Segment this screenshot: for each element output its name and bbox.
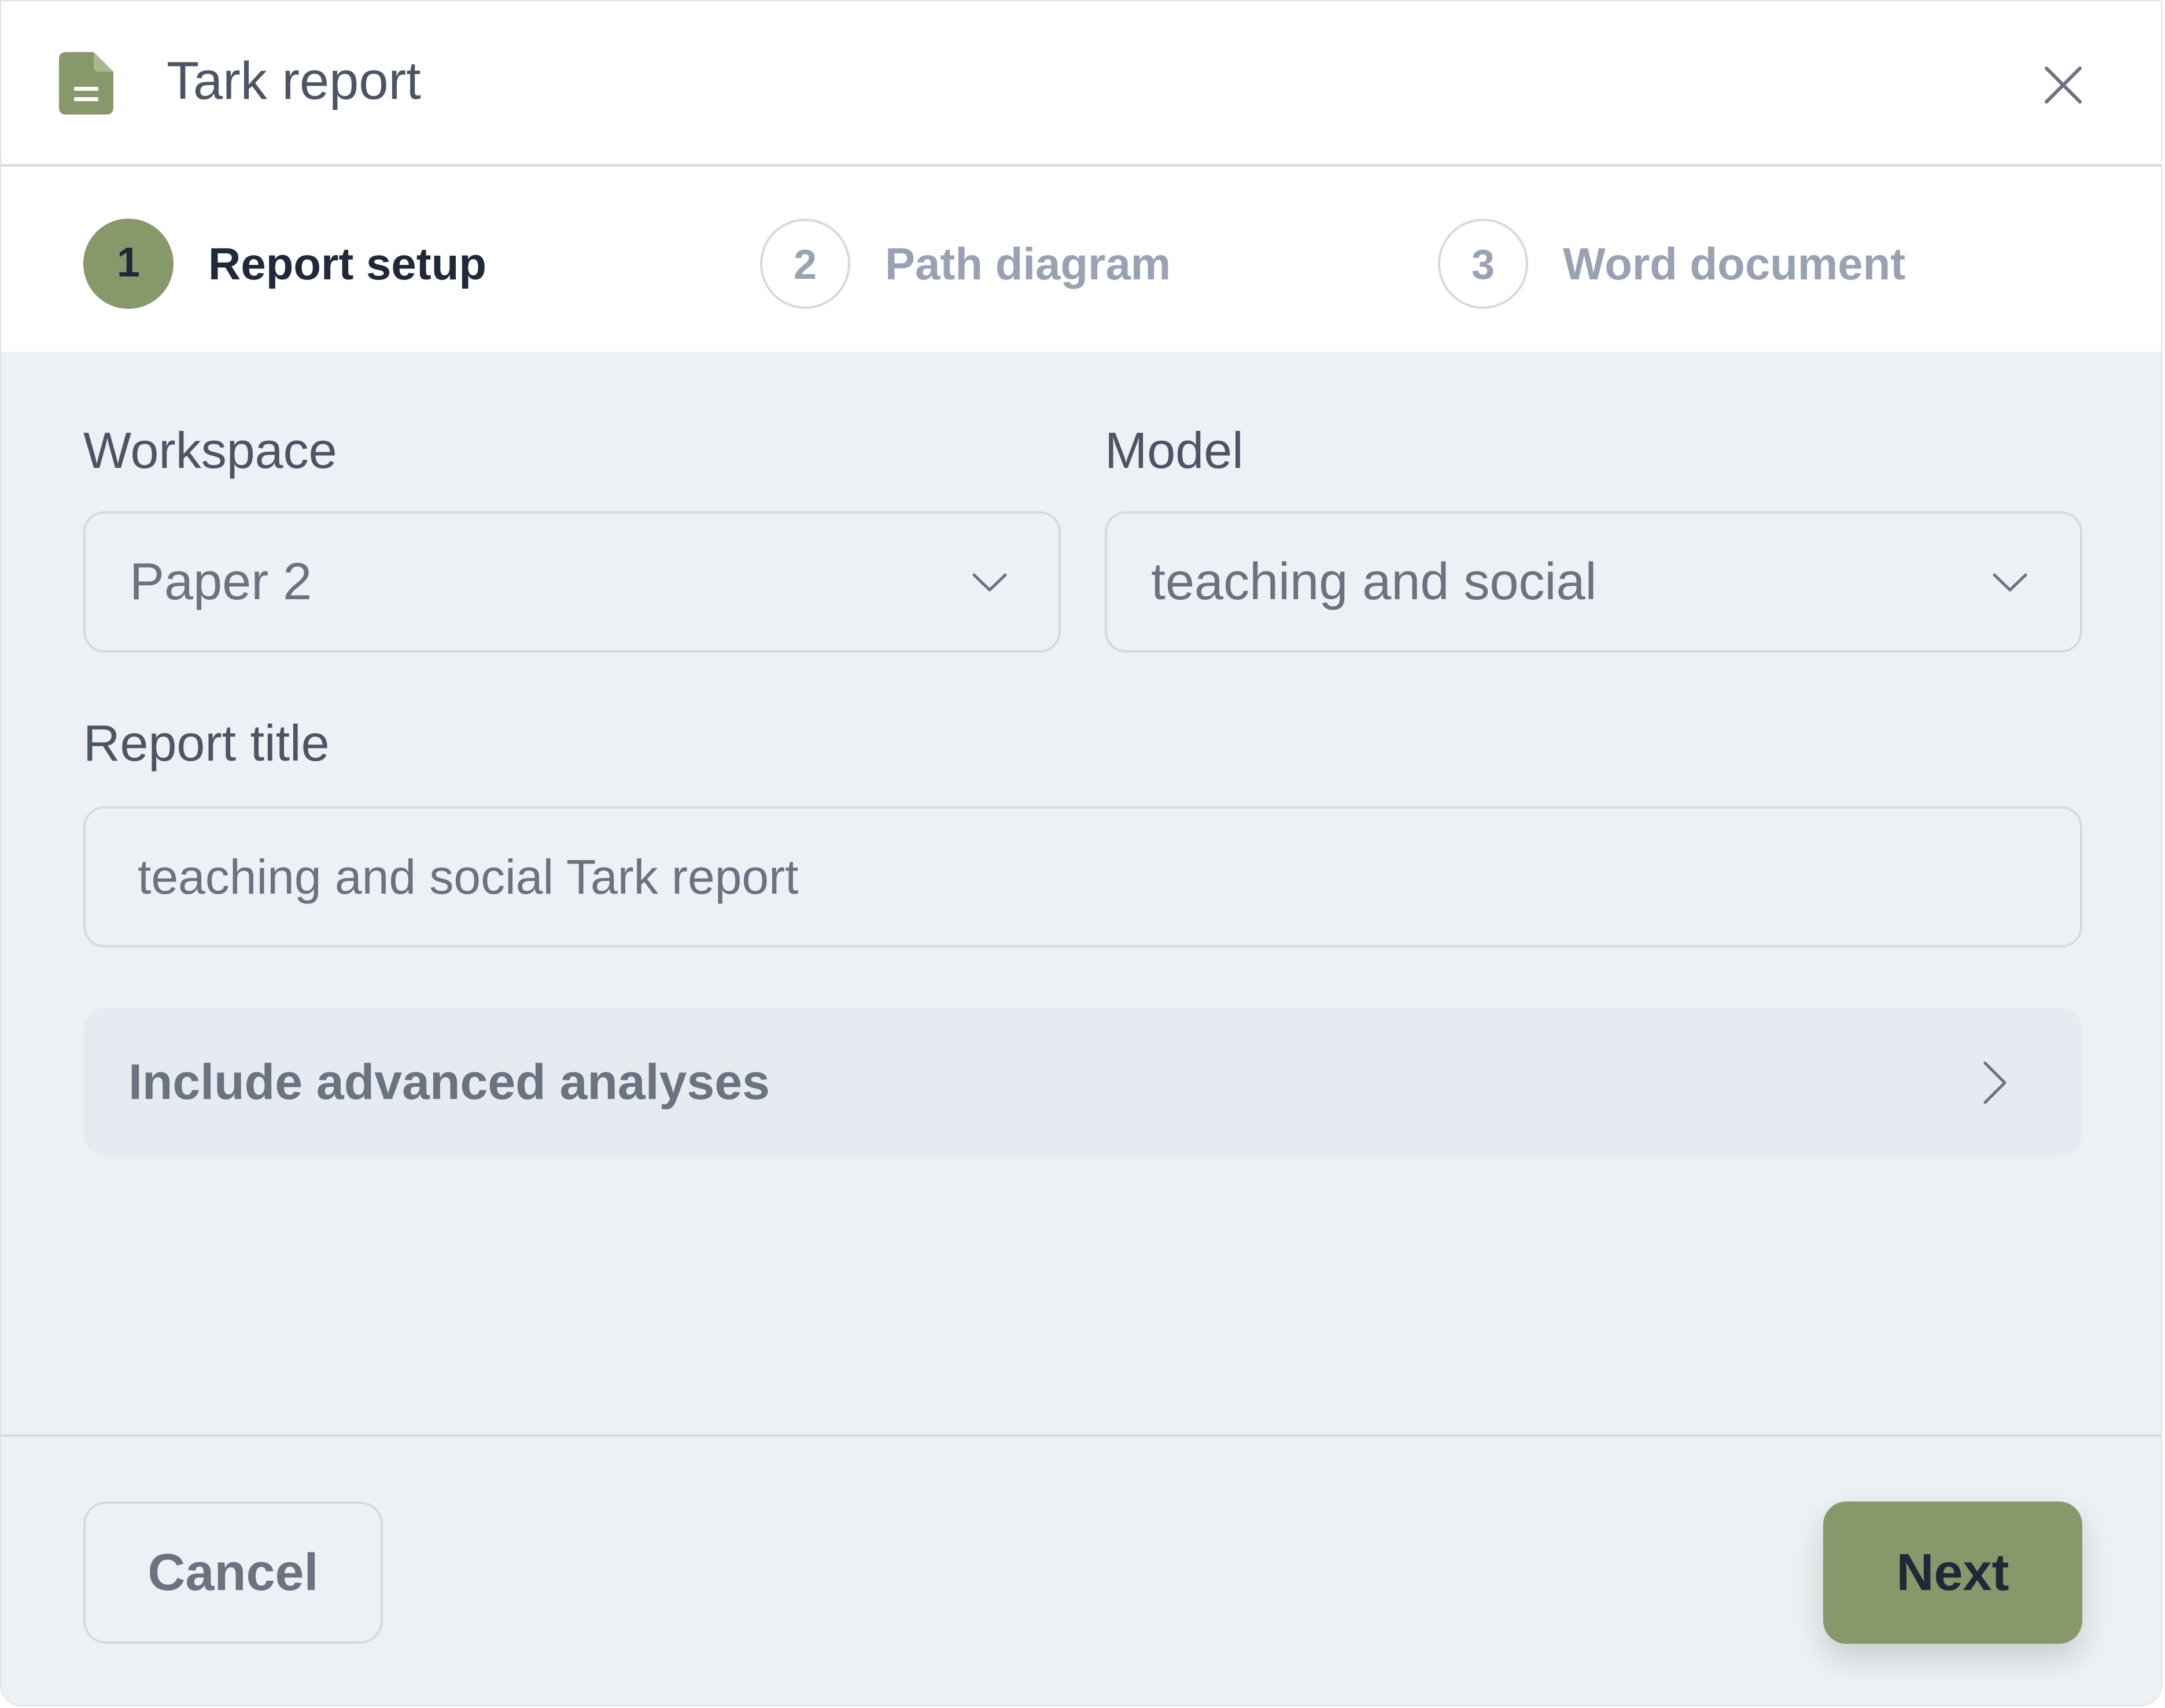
close-icon[interactable] — [2037, 59, 2089, 111]
dialog-header: Tark report — [1, 1, 2161, 167]
model-label: Model — [1105, 422, 1244, 479]
step-word-document[interactable]: 3 Word document — [1438, 219, 1935, 311]
advanced-analyses-label: Include advanced analyses — [128, 1054, 770, 1110]
report-title-input[interactable]: teaching and social Tark report — [83, 806, 2082, 947]
step-number: 3 — [1438, 219, 1528, 309]
step-label: Word document — [1563, 238, 1906, 289]
model-select-value: teaching and social — [1151, 553, 1597, 611]
workspace-label: Workspace — [83, 422, 337, 479]
cancel-button[interactable]: Cancel — [83, 1502, 383, 1644]
footer-divider — [1, 1434, 2161, 1437]
step-label: Report setup — [208, 238, 487, 289]
model-select[interactable]: teaching and social — [1105, 511, 2082, 652]
report-title-label: Report title — [83, 714, 330, 772]
advanced-analyses-toggle[interactable]: Include advanced analyses — [83, 1008, 2082, 1157]
workspace-select[interactable]: Paper 2 — [83, 511, 1061, 652]
chevron-down-icon — [1993, 573, 2027, 592]
chevron-down-icon — [972, 573, 1007, 592]
stepper: 1 Report setup 2 Path diagram 3 Word doc… — [1, 167, 2161, 352]
step-number: 2 — [760, 219, 850, 309]
workspace-select-value: Paper 2 — [130, 553, 312, 611]
report-title-value: teaching and social Tark report — [138, 850, 799, 904]
document-icon — [59, 52, 113, 115]
tark-report-dialog: Tark report 1 Report setup 2 Path diagra… — [0, 0, 2162, 1706]
next-button[interactable]: Next — [1823, 1502, 2082, 1644]
step-label: Path diagram — [885, 238, 1171, 289]
step-path-diagram[interactable]: 2 Path diagram — [760, 219, 1200, 311]
step-report-setup[interactable]: 1 Report setup — [83, 219, 534, 311]
step-number: 1 — [83, 219, 174, 309]
dialog-title: Tark report — [167, 51, 421, 110]
chevron-right-icon — [1983, 1061, 2007, 1104]
page: Tark report 1 Report setup 2 Path diagra… — [0, 0, 2165, 1708]
